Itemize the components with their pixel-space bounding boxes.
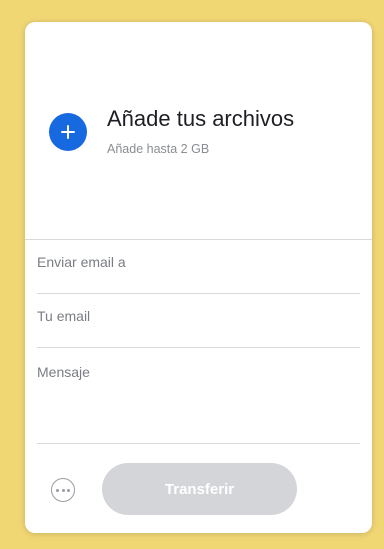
more-options-icon[interactable] xyxy=(51,478,75,502)
message-field-wrapper xyxy=(37,348,360,442)
dot xyxy=(61,488,65,492)
add-files-title: Añade tus archivos xyxy=(107,106,295,131)
plus-icon xyxy=(61,125,75,139)
add-files-area[interactable]: Añade tus archivos Añade hasta 2 GB xyxy=(25,22,372,239)
dot xyxy=(67,488,70,492)
recipient-field-wrapper xyxy=(37,240,360,294)
size-limit-text: Añade hasta 2 GB xyxy=(107,142,210,156)
add-files-button[interactable] xyxy=(49,113,87,151)
sender-field-wrapper xyxy=(37,294,360,348)
recipient-email-input[interactable] xyxy=(37,240,360,293)
sender-email-input[interactable] xyxy=(37,294,360,347)
transfer-button[interactable]: Transferir xyxy=(102,463,297,515)
divider xyxy=(37,443,360,444)
message-textarea[interactable] xyxy=(37,348,360,442)
dot xyxy=(56,488,59,492)
transfer-card: Añade tus archivos Añade hasta 2 GB Tran… xyxy=(25,22,372,533)
